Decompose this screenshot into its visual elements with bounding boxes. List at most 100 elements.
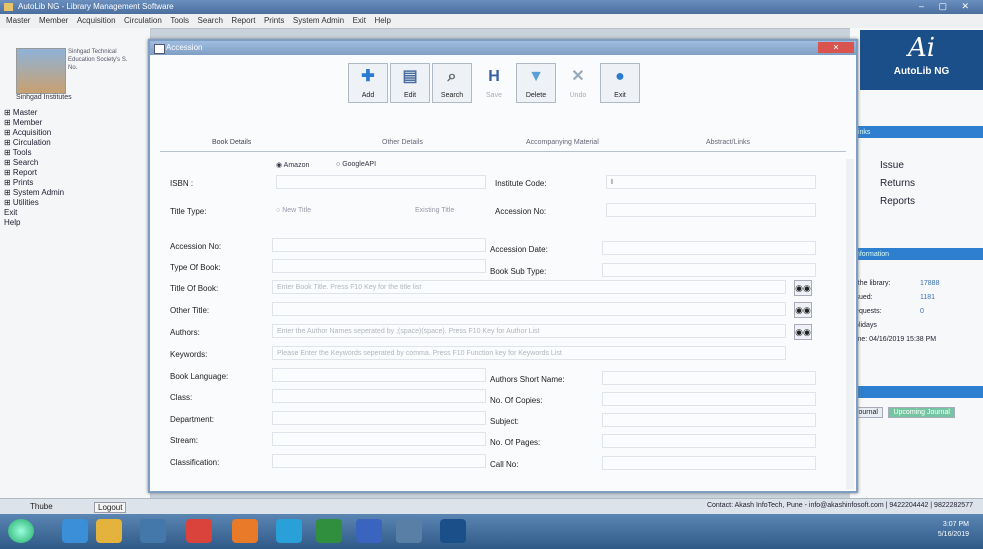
classification-label: Classification: [170,458,220,467]
sidebar-item-search[interactable]: ⊞ Search [4,158,64,168]
classification-field[interactable] [272,454,486,468]
menu-acquisition[interactable]: Acquisition [77,14,116,28]
book-sub-type-field[interactable] [602,263,816,277]
sidebar-item-acquisition[interactable]: ⊞ Acquisition [4,128,64,138]
sidebar-item-report[interactable]: ⊞ Report [4,168,64,178]
dialog-tabs: Book Details Other Details Accompanying … [160,139,846,151]
window-controls[interactable]: – ▢ ✕ [919,1,975,12]
menu-member[interactable]: Member [39,14,68,28]
binoculars-icon[interactable]: ◉◉ [794,324,812,340]
logo-mark: Ai [907,33,936,63]
authors-short-name-field[interactable] [602,371,816,385]
isbn-field[interactable] [276,175,486,189]
class-field[interactable] [272,389,486,403]
logout-button[interactable]: Logout [94,502,127,513]
menu-circulation[interactable]: Circulation [124,14,162,28]
menu-exit[interactable]: Exit [353,14,366,28]
department-field[interactable] [272,411,486,425]
book-language-field[interactable] [272,368,486,382]
system-clock[interactable]: 3:07 PM 5/16/2019 [938,520,969,540]
info-in-library-value[interactable]: 17888 [920,280,939,287]
sidebar-item-help[interactable]: Help [4,218,64,228]
info-issued-value[interactable]: 1181 [920,294,935,301]
link-issue[interactable]: Issue [880,160,904,171]
tab-upcoming-journal[interactable]: Upcoming Journal [888,407,955,418]
radio-amazon[interactable]: ◉ Amazon [276,161,309,169]
undo-button[interactable]: ✕ Undo [558,63,598,103]
search-button[interactable]: ⌕ Search [432,63,472,103]
title-of-book-field[interactable]: Enter Book Title. Press F10 Key for the … [272,280,786,294]
undo-icon: ✕ [571,68,585,85]
menu-search[interactable]: Search [198,14,223,28]
chrome-icon[interactable] [276,519,302,543]
exit-button[interactable]: ● Exit [600,63,640,103]
start-button-icon[interactable] [8,519,34,543]
link-reports[interactable]: Reports [880,196,915,207]
department-label: Department: [170,415,215,424]
info-time: Time: 04/16/2019 15:38 PM [850,336,937,343]
folder-icon[interactable] [96,519,122,543]
delete-button[interactable]: ▼ Delete [516,63,556,103]
other-title-field[interactable] [272,302,786,316]
call-no-field[interactable] [602,456,816,470]
no-of-copies-field[interactable] [602,392,816,406]
save-button[interactable]: H Save [474,63,514,103]
type-of-book-field[interactable] [272,259,486,273]
menu-tools[interactable]: Tools [170,14,189,28]
media-icon[interactable] [140,519,166,543]
tab-abstract-links[interactable]: Abstract/Links [706,139,750,146]
institute-subtitle: Sinhgad Technical Education Society's S.… [68,49,128,71]
tab-book-details[interactable]: Book Details [212,139,251,146]
radio-googleapi[interactable]: ○ GoogleAPI [336,161,376,168]
menu-report[interactable]: Report [231,14,255,28]
dialog-close-button[interactable]: ✕ [818,42,854,53]
radio-new-title[interactable]: ○ New Title [276,207,311,214]
sidebar-item-master[interactable]: ⊞ Master [4,108,64,118]
radio-existing-title[interactable]: Existing Title [415,207,454,214]
word-icon[interactable] [356,519,382,543]
edit-button[interactable]: ▤ Edit [390,63,430,103]
sidebar-item-circulation[interactable]: ⊞ Circulation [4,138,64,148]
firefox-icon[interactable] [232,519,258,543]
tab-accompanying-material[interactable]: Accompanying Material [526,139,599,146]
binoculars-icon[interactable]: ◉◉ [794,280,812,296]
sidebar-item-exit[interactable]: Exit [4,208,64,218]
no-of-copies-label: No. Of Copies: [490,396,543,405]
subject-field[interactable] [602,413,816,427]
accession-no-field-top[interactable] [606,203,816,217]
stream-field[interactable] [272,432,486,446]
sidebar-item-member[interactable]: ⊞ Member [4,118,64,128]
menu-master[interactable]: Master [6,14,30,28]
tab-other-details[interactable]: Other Details [382,139,423,146]
search-icon: ⌕ [447,68,457,85]
authors-field[interactable]: Enter the Author Names seperated by ;(sp… [272,324,786,338]
autolib-taskbar-icon[interactable] [440,519,466,543]
menu-help[interactable]: Help [374,14,390,28]
paint-icon[interactable] [396,519,422,543]
menu-prints[interactable]: Prints [264,14,284,28]
link-returns[interactable]: Returns [880,178,915,189]
app-title: AutoLib NG - Library Management Software [18,2,174,11]
add-button[interactable]: ✚ Add [348,63,388,103]
binoculars-icon[interactable]: ◉◉ [794,302,812,318]
sidebar-item-utilities[interactable]: ⊞ Utilities [4,198,64,208]
sidebar-item-system-admin[interactable]: ⊞ System Admin [4,188,64,198]
dialog-scrollbar[interactable] [846,159,854,489]
menu-system-admin[interactable]: System Admin [293,14,344,28]
institute-code-field[interactable]: I [606,175,816,189]
ie-icon[interactable] [62,519,88,543]
sidebar-item-tools[interactable]: ⊞ Tools [4,148,64,158]
logo-name: AutoLib NG [893,66,950,77]
sidebar-item-prints[interactable]: ⊞ Prints [4,178,64,188]
title-of-book-label: Title Of Book: [170,284,219,293]
app-icon[interactable] [186,519,212,543]
accession-no-field[interactable] [272,238,486,252]
exit-icon: ● [615,68,625,85]
information-header: Information [850,248,983,260]
no-of-pages-field[interactable] [602,434,816,448]
excel-icon[interactable] [316,519,342,543]
keywords-field[interactable]: Please Enter the Keywords seperated by c… [272,346,786,360]
info-requests-value[interactable]: 0 [920,308,924,315]
accession-date-field[interactable] [602,241,816,255]
sidebar-menu: ⊞ Master ⊞ Member ⊞ Acquisition ⊞ Circul… [4,108,64,228]
